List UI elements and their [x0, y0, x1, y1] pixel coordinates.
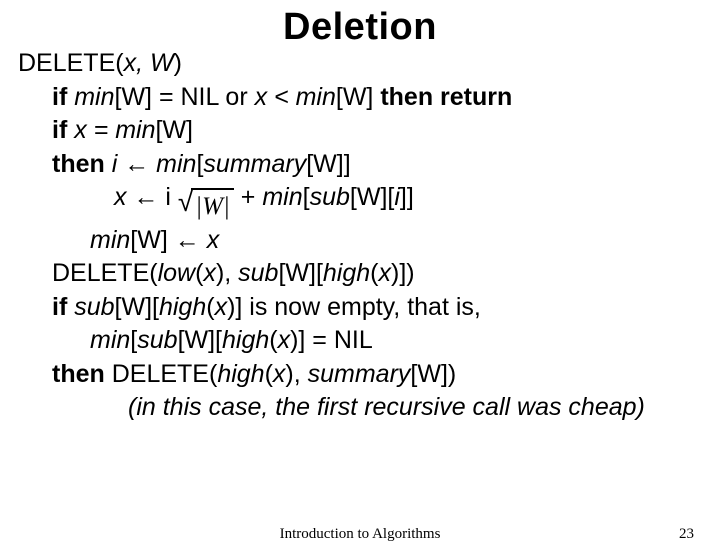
txt: min — [74, 83, 114, 111]
txt: min — [156, 150, 196, 178]
txt: ← — [124, 150, 156, 178]
txt: x — [114, 183, 133, 211]
line-9: min[sub[W][high(x)] = NIL — [18, 324, 702, 358]
txt: [W]) — [410, 360, 456, 388]
txt: )] = NIL — [290, 326, 373, 354]
txt: DELETE( — [18, 49, 124, 77]
txt: min — [90, 326, 130, 354]
line-4: then i ← min[summary[W]] — [18, 148, 702, 182]
txt: + — [234, 183, 263, 211]
txt: ← i — [133, 183, 177, 211]
txt: DELETE( — [112, 360, 218, 388]
line-5: x ← i √|W| + min[sub[W][i]] — [18, 181, 702, 224]
txt: [W] ← — [130, 226, 206, 254]
txt: sub — [137, 326, 177, 354]
txt: ) — [174, 49, 182, 77]
txt: ( — [370, 259, 378, 287]
txt: low — [158, 259, 196, 287]
txt: x — [215, 293, 228, 321]
line-6: min[W] ← x — [18, 224, 702, 258]
pseudocode-block: DELETE(x, W) if min[W] = NIL or x < min[… — [0, 47, 720, 425]
txt: [W][ — [178, 326, 222, 354]
page-number: 23 — [679, 526, 694, 543]
txt: ), — [285, 360, 307, 388]
txt: ]] — [400, 183, 414, 211]
txt: high — [217, 360, 264, 388]
txt: ( — [206, 293, 214, 321]
txt: if — [52, 83, 74, 111]
txt: sub — [74, 293, 114, 321]
line-1: DELETE(x, W) — [18, 47, 702, 81]
txt: then return — [380, 83, 512, 111]
txt: x — [379, 259, 392, 287]
txt: sub — [238, 259, 278, 287]
txt: )]) — [391, 259, 415, 287]
txt: i — [112, 150, 125, 178]
txt: [W][ — [350, 183, 394, 211]
txt: x — [278, 326, 291, 354]
txt: summary — [308, 360, 411, 388]
txt: min — [262, 183, 302, 211]
footer-center: Introduction to Algorithms — [280, 526, 441, 543]
txt: x, W — [124, 49, 174, 77]
txt: if — [52, 116, 74, 144]
line-11: (in this case, the first recursive call … — [18, 391, 702, 425]
txt: [W]] — [306, 150, 350, 178]
txt: sub — [310, 183, 350, 211]
txt: high — [222, 326, 269, 354]
txt: [W] — [156, 116, 194, 144]
txt: [ — [303, 183, 310, 211]
txt: [W] = NIL or — [115, 83, 255, 111]
line-3: if x = min[W] — [18, 114, 702, 148]
txt: ( — [269, 326, 277, 354]
txt: then — [52, 360, 112, 388]
txt: then — [52, 150, 112, 178]
txt: )] is now empty, that is, — [227, 293, 481, 321]
txt: x < min — [255, 83, 336, 111]
line-7: DELETE(low(x), sub[W][high(x)]) — [18, 257, 702, 291]
txt: high — [323, 259, 370, 287]
txt: x — [203, 259, 216, 287]
sqrt-icon: √|W| — [178, 185, 234, 224]
txt: high — [159, 293, 206, 321]
line-2: if min[W] = NIL or x < min[W] then retur… — [18, 81, 702, 115]
txt: summary — [203, 150, 306, 178]
txt: ( — [265, 360, 273, 388]
txt: min — [90, 226, 130, 254]
txt: ), — [216, 259, 238, 287]
page-title: Deletion — [0, 0, 720, 49]
txt: [W][ — [278, 259, 322, 287]
txt: x — [273, 360, 286, 388]
txt: [W] — [336, 83, 380, 111]
txt: x = min — [74, 116, 155, 144]
txt: if — [52, 293, 74, 321]
txt: [W][ — [115, 293, 159, 321]
line-10: then DELETE(high(x), summary[W]) — [18, 358, 702, 392]
txt: DELETE( — [52, 259, 158, 287]
line-8: if sub[W][high(x)] is now empty, that is… — [18, 291, 702, 325]
txt: x — [207, 226, 220, 254]
